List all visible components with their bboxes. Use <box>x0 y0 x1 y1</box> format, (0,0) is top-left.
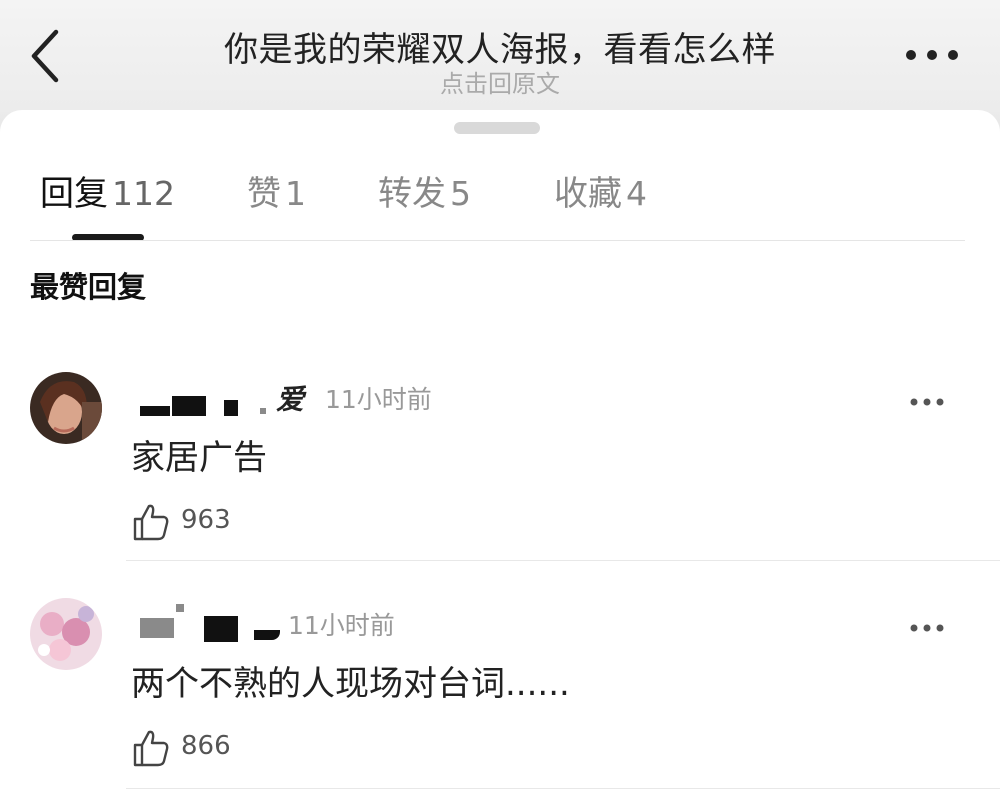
tab-bar: 回复 112 赞1 转发 5 收藏 4 <box>0 160 1000 240</box>
more-horizontal-icon <box>906 50 958 60</box>
comment-sheet: 回复 112 赞1 转发 5 收藏 4 最赞回复 爱 11小时前 家居广告 96… <box>0 110 1000 810</box>
section-title: 最赞回复 <box>30 270 147 304</box>
sheet-drag-handle[interactable] <box>454 122 540 134</box>
thumbs-up-icon <box>133 730 169 767</box>
more-options-button[interactable] <box>902 38 962 72</box>
comment-more-button[interactable] <box>908 392 946 412</box>
tab-likes[interactable]: 赞1 <box>247 166 306 215</box>
tab-count: 5 <box>450 174 471 213</box>
tab-label: 收藏 <box>554 174 622 214</box>
comment-item: 11小时前 两个不熟的人现场对台词...... 866 <box>0 598 1000 798</box>
back-to-original-link[interactable]: 点击回原文 <box>0 64 1000 99</box>
like-button[interactable]: 963 <box>131 502 241 542</box>
like-count: 963 <box>181 505 231 535</box>
timestamp: 11小时前 <box>325 385 432 414</box>
avatar-image <box>30 372 102 444</box>
avatar-image <box>30 598 102 670</box>
tab-replies[interactable]: 回复 112 <box>40 166 175 215</box>
tab-count: 112 <box>112 174 175 213</box>
tab-count: 1 <box>285 174 306 213</box>
tab-label: 赞 <box>247 174 281 214</box>
avatar[interactable] <box>30 598 102 670</box>
tab-count: 4 <box>626 174 647 213</box>
username[interactable] <box>136 602 306 642</box>
more-horizontal-icon <box>910 624 944 632</box>
comment-text: 两个不熟的人现场对台词...... <box>131 664 570 704</box>
comment-more-button[interactable] <box>908 618 946 638</box>
more-horizontal-icon <box>910 398 944 406</box>
comment-item: 爱 11小时前 家居广告 963 <box>0 372 1000 562</box>
timestamp: 11小时前 <box>288 611 395 640</box>
comment-text: 家居广告 <box>131 438 267 478</box>
tab-divider <box>30 240 965 241</box>
avatar[interactable] <box>30 372 102 444</box>
username[interactable]: 爱 <box>136 376 306 416</box>
comment-divider <box>126 788 1000 789</box>
like-count: 866 <box>181 731 231 761</box>
tab-favorites[interactable]: 收藏 4 <box>554 166 647 215</box>
tab-reposts[interactable]: 转发 5 <box>378 166 471 215</box>
tab-label: 回复 <box>40 174 108 214</box>
tab-label: 转发 <box>378 174 446 214</box>
comment-divider <box>126 560 1000 561</box>
like-button[interactable]: 866 <box>131 728 241 768</box>
thumbs-up-icon <box>133 504 169 541</box>
top-bar: 你是我的荣耀双人海报，看看怎么样 点击回原文 <box>0 0 1000 112</box>
username-text: 爱 <box>276 383 305 416</box>
